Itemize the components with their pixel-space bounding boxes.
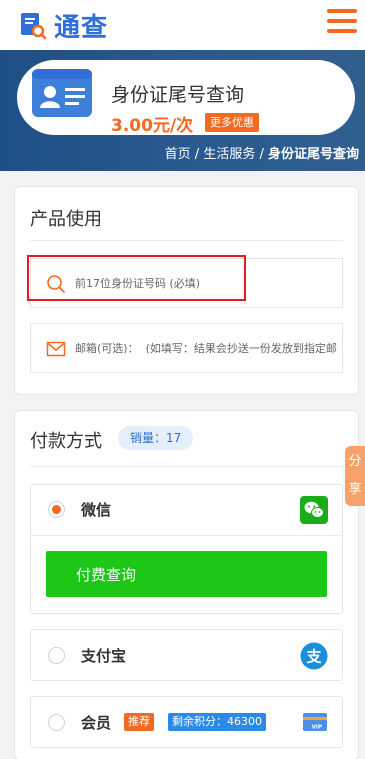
pay-option-wechat[interactable]: 微信 付费查询 (30, 484, 343, 614)
breadcrumb: 首页 / 生活服务 / 身份证尾号查询 (165, 143, 359, 162)
pay-option-label: 支付宝 (81, 647, 127, 665)
top-bar: 通查 (0, 0, 365, 50)
divider (30, 240, 343, 241)
recommend-badge: 推荐 (124, 713, 154, 731)
member-radio[interactable] (48, 714, 65, 731)
product-summary: 身份证尾号查询 3.00元/次 更多优惠 (17, 60, 355, 136)
share-label: 享 (348, 482, 362, 497)
pay-option-label: 微信 (81, 501, 112, 519)
product-price: 3.00元/次 (111, 116, 194, 136)
breadcrumb-separator: / (255, 147, 268, 162)
share-label: 分 (348, 454, 362, 469)
product-title: 身份证尾号查询 (111, 84, 245, 106)
pay-option-alipay[interactable]: 支付宝 支 (30, 629, 343, 681)
brand-name: 通查 (54, 12, 109, 43)
payment-card: 付款方式 销量：17 微信 付费查询 支付宝 支 会员 推荐 剩余积分：4630… (14, 410, 359, 759)
breadcrumb-category[interactable]: 生活服务 (203, 147, 255, 162)
email-field (30, 323, 343, 373)
search-icon (46, 274, 66, 294)
breadcrumb-current: 身份证尾号查询 (267, 147, 359, 162)
vip-card-icon: VIP (302, 711, 328, 733)
alipay-radio[interactable] (48, 647, 65, 664)
id-number-field (30, 258, 343, 308)
breadcrumb-home[interactable]: 首页 (165, 147, 191, 162)
magnifier-document-icon (18, 10, 48, 40)
id-card-icon (31, 68, 93, 118)
payment-title: 付款方式 (30, 431, 102, 452)
wechat-radio[interactable] (48, 501, 65, 518)
svg-text:支: 支 (305, 648, 322, 666)
email-input[interactable] (75, 324, 337, 372)
promo-badge[interactable]: 更多优惠 (205, 113, 259, 132)
product-banner: 身份证尾号查询 3.00元/次 更多优惠 首页 / 生活服务 / 身份证尾号查询 (0, 50, 365, 171)
mail-icon (46, 339, 66, 359)
alipay-icon: 支 (300, 642, 328, 670)
divider (31, 535, 342, 536)
sales-badge: 销量：17 (118, 426, 194, 450)
usage-title: 产品使用 (30, 209, 102, 230)
id-number-input[interactable] (75, 259, 337, 307)
usage-card: 产品使用 (14, 186, 359, 395)
pay-option-label: 会员 (81, 714, 112, 732)
wechat-icon (300, 496, 328, 524)
pay-option-member[interactable]: 会员 推荐 剩余积分：46300 VIP (30, 696, 343, 748)
site-logo[interactable]: 通查 (18, 8, 109, 43)
points-badge: 剩余积分：46300 (168, 713, 266, 731)
pay-query-button[interactable]: 付费查询 (46, 551, 327, 597)
svg-text:VIP: VIP (312, 725, 322, 731)
breadcrumb-separator: / (190, 147, 204, 162)
share-button[interactable]: 分 享 (345, 446, 365, 506)
hamburger-menu-icon[interactable] (327, 9, 357, 35)
divider (30, 466, 343, 467)
